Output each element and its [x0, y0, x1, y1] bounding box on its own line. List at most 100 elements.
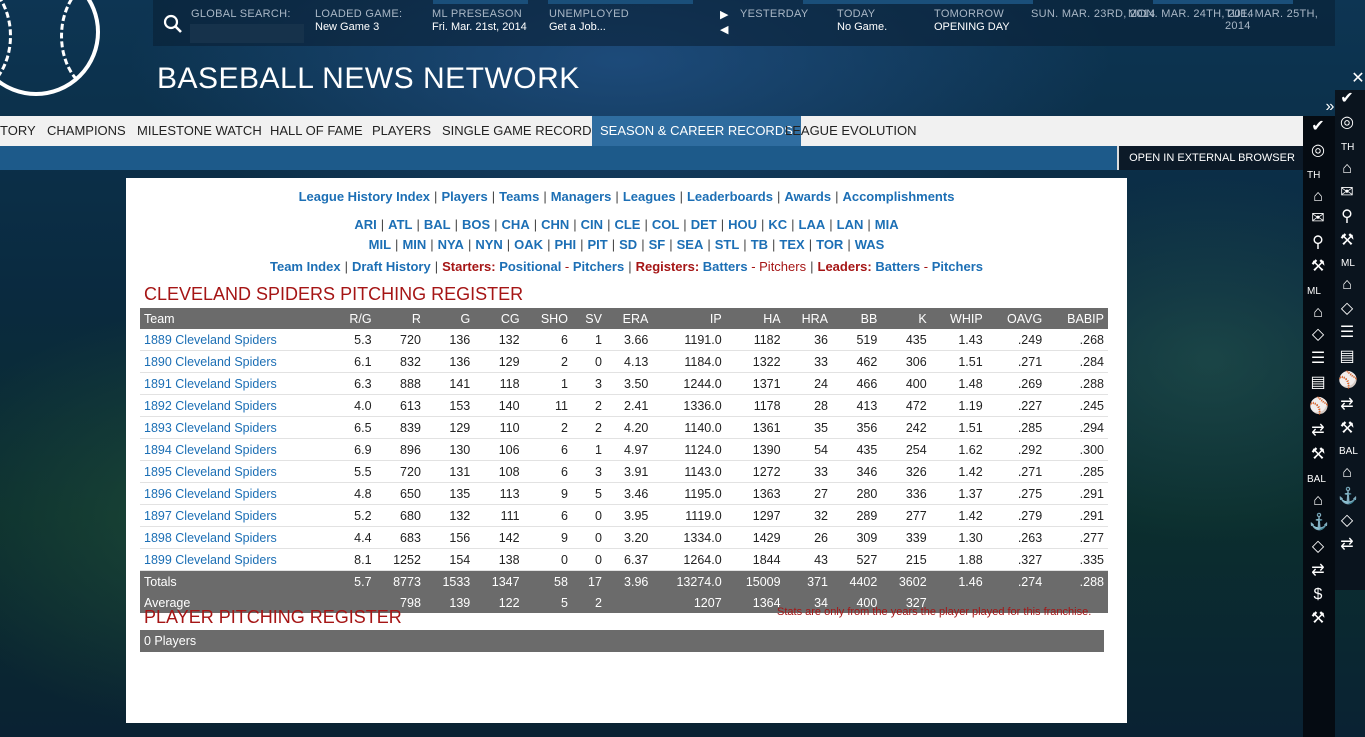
team-link-pit[interactable]: PIT	[588, 237, 608, 252]
column-header[interactable]: WHIP	[930, 308, 987, 329]
globe-icon[interactable]: ◎	[1309, 142, 1327, 160]
team-season-link[interactable]: 1895 Cleveland Spiders	[140, 460, 334, 483]
wrench-icon[interactable]: ⚒	[1338, 420, 1356, 438]
open-external-browser-button[interactable]: OPEN IN EXTERNAL BROWSER	[1117, 146, 1305, 170]
team-season-link[interactable]: 1894 Cleveland Spiders	[140, 438, 334, 461]
team-link-tor[interactable]: TOR	[816, 237, 843, 252]
diamond-icon[interactable]: ◇	[1338, 300, 1356, 318]
team-season-link[interactable]: 1890 Cleveland Spiders	[140, 350, 334, 373]
link-starters-pitchers[interactable]: Pitchers	[573, 259, 624, 274]
home-icon[interactable]: ⌂	[1338, 160, 1356, 178]
team-link-tb[interactable]: TB	[751, 237, 768, 252]
column-header[interactable]: R	[375, 308, 425, 329]
team-link-sf[interactable]: SF	[649, 237, 666, 252]
column-header[interactable]: K	[881, 308, 931, 329]
globe-icon[interactable]: ◎	[1338, 114, 1356, 132]
team-link-col[interactable]: COL	[652, 217, 679, 232]
team-season-link[interactable]: 1891 Cleveland Spiders	[140, 372, 334, 395]
team-link-cha[interactable]: CHA	[502, 217, 530, 232]
team-link-stl[interactable]: STL	[715, 237, 740, 252]
search-icon[interactable]: ⚲	[1338, 208, 1356, 226]
team-link-det[interactable]: DET	[691, 217, 717, 232]
team-season-link[interactable]: 1896 Cleveland Spiders	[140, 482, 334, 505]
batter-icon[interactable]: ⚓	[1338, 488, 1358, 506]
wrench-icon[interactable]: ⚒	[1309, 610, 1327, 628]
play-forward-icon[interactable]: ▶	[720, 8, 728, 21]
team-season-link[interactable]: 1889 Cleveland Spiders	[140, 329, 334, 351]
link-accomplishments[interactable]: Accomplishments	[842, 189, 954, 204]
team-link-tex[interactable]: TEX	[779, 237, 804, 252]
team-link-mia[interactable]: MIA	[875, 217, 899, 232]
transfer-icon[interactable]: ⇄	[1309, 422, 1327, 440]
column-header[interactable]: IP	[652, 308, 726, 329]
column-header[interactable]: BABIP	[1046, 308, 1108, 329]
column-header[interactable]: SV	[571, 308, 606, 329]
link-leagues[interactable]: Leagues	[623, 189, 676, 204]
mail-icon[interactable]: ✉	[1309, 210, 1327, 228]
baseball-icon[interactable]: ⚾	[1338, 372, 1358, 390]
wrench-icon[interactable]: ⚒	[1338, 232, 1356, 250]
team-link-min[interactable]: MIN	[402, 237, 426, 252]
link-awards[interactable]: Awards	[784, 189, 831, 204]
team-link-sd[interactable]: SD	[619, 237, 637, 252]
column-header[interactable]: ERA	[605, 308, 653, 329]
play-back-icon[interactable]: ◀	[720, 23, 728, 36]
baseball-icon[interactable]: ⚾	[1309, 398, 1329, 416]
column-header[interactable]: HA	[725, 308, 785, 329]
team-link-cin[interactable]: CIN	[581, 217, 603, 232]
dollar-icon[interactable]: $	[1309, 586, 1327, 604]
tab-league-evolution[interactable]: LEAGUE EVOLUTION	[785, 116, 916, 146]
baseball-logo-icon[interactable]	[0, 0, 100, 96]
tab-players[interactable]: PLAYERS	[372, 116, 431, 146]
team-link-ari[interactable]: ARI	[354, 217, 376, 232]
transfer-icon[interactable]: ⇄	[1338, 396, 1356, 414]
column-header[interactable]: OAVG	[986, 308, 1047, 329]
team-season-link[interactable]: 1892 Cleveland Spiders	[140, 394, 334, 417]
column-header[interactable]: HRA	[784, 308, 832, 329]
link-team-index[interactable]: Team Index	[270, 259, 341, 274]
diamond-icon[interactable]: ◇	[1309, 326, 1327, 344]
link-league-history-index[interactable]: League History Index	[299, 189, 430, 204]
team-link-bal[interactable]: BAL	[424, 217, 451, 232]
team-link-mil[interactable]: MIL	[369, 237, 391, 252]
list-icon[interactable]: ☰	[1338, 324, 1356, 342]
tab-single-game-records[interactable]: SINGLE GAME RECORDS	[442, 116, 600, 146]
link-teams[interactable]: Teams	[499, 189, 539, 204]
team-link-laa[interactable]: LAA	[799, 217, 826, 232]
check-icon[interactable]: ✔	[1309, 118, 1327, 136]
expand-icon[interactable]: »	[1321, 98, 1339, 116]
link-managers[interactable]: Managers	[551, 189, 612, 204]
check-icon[interactable]: ✔	[1338, 90, 1356, 108]
transfer-icon[interactable]: ⇄	[1309, 562, 1327, 580]
home-icon[interactable]: ⌂	[1309, 188, 1327, 206]
team-season-link[interactable]: 1897 Cleveland Spiders	[140, 504, 334, 527]
status-value[interactable]: Get a Job...	[549, 21, 606, 33]
search-icon[interactable]: ⚲	[1309, 234, 1327, 252]
team-link-phi[interactable]: PHI	[554, 237, 576, 252]
tab-milestone-watch[interactable]: MILESTONE WATCH	[137, 116, 262, 146]
column-header[interactable]: G	[424, 308, 475, 329]
team-link-oak[interactable]: OAK	[514, 237, 543, 252]
wrench-icon[interactable]: ⚒	[1309, 446, 1327, 464]
column-header[interactable]: SHO	[523, 308, 572, 329]
link-leaders-pitchers[interactable]: Pitchers	[932, 259, 983, 274]
link-leaders-batters[interactable]: Batters	[875, 259, 920, 274]
link-starters-positional[interactable]: Positional	[499, 259, 561, 274]
team-season-link[interactable]: 1899 Cleveland Spiders	[140, 548, 334, 571]
team-link-lan[interactable]: LAN	[837, 217, 864, 232]
team-link-cle[interactable]: CLE	[614, 217, 640, 232]
search-icon[interactable]	[163, 14, 183, 34]
diamond-icon[interactable]: ◇	[1309, 538, 1327, 556]
tab-hall-of-fame[interactable]: HALL OF FAME	[270, 116, 363, 146]
team-link-bos[interactable]: BOS	[462, 217, 490, 232]
close-icon[interactable]: ✕	[1349, 70, 1365, 88]
tab-champions[interactable]: CHAMPIONS	[47, 116, 126, 146]
team-link-was[interactable]: WAS	[855, 237, 885, 252]
team-season-link[interactable]: 1893 Cleveland Spiders	[140, 416, 334, 439]
link-players[interactable]: Players	[441, 189, 487, 204]
home-icon[interactable]: ⌂	[1338, 276, 1356, 294]
team-link-sea[interactable]: SEA	[677, 237, 704, 252]
team-link-hou[interactable]: HOU	[728, 217, 757, 232]
team-link-kc[interactable]: KC	[768, 217, 787, 232]
diamond-icon[interactable]: ◇	[1338, 512, 1356, 530]
